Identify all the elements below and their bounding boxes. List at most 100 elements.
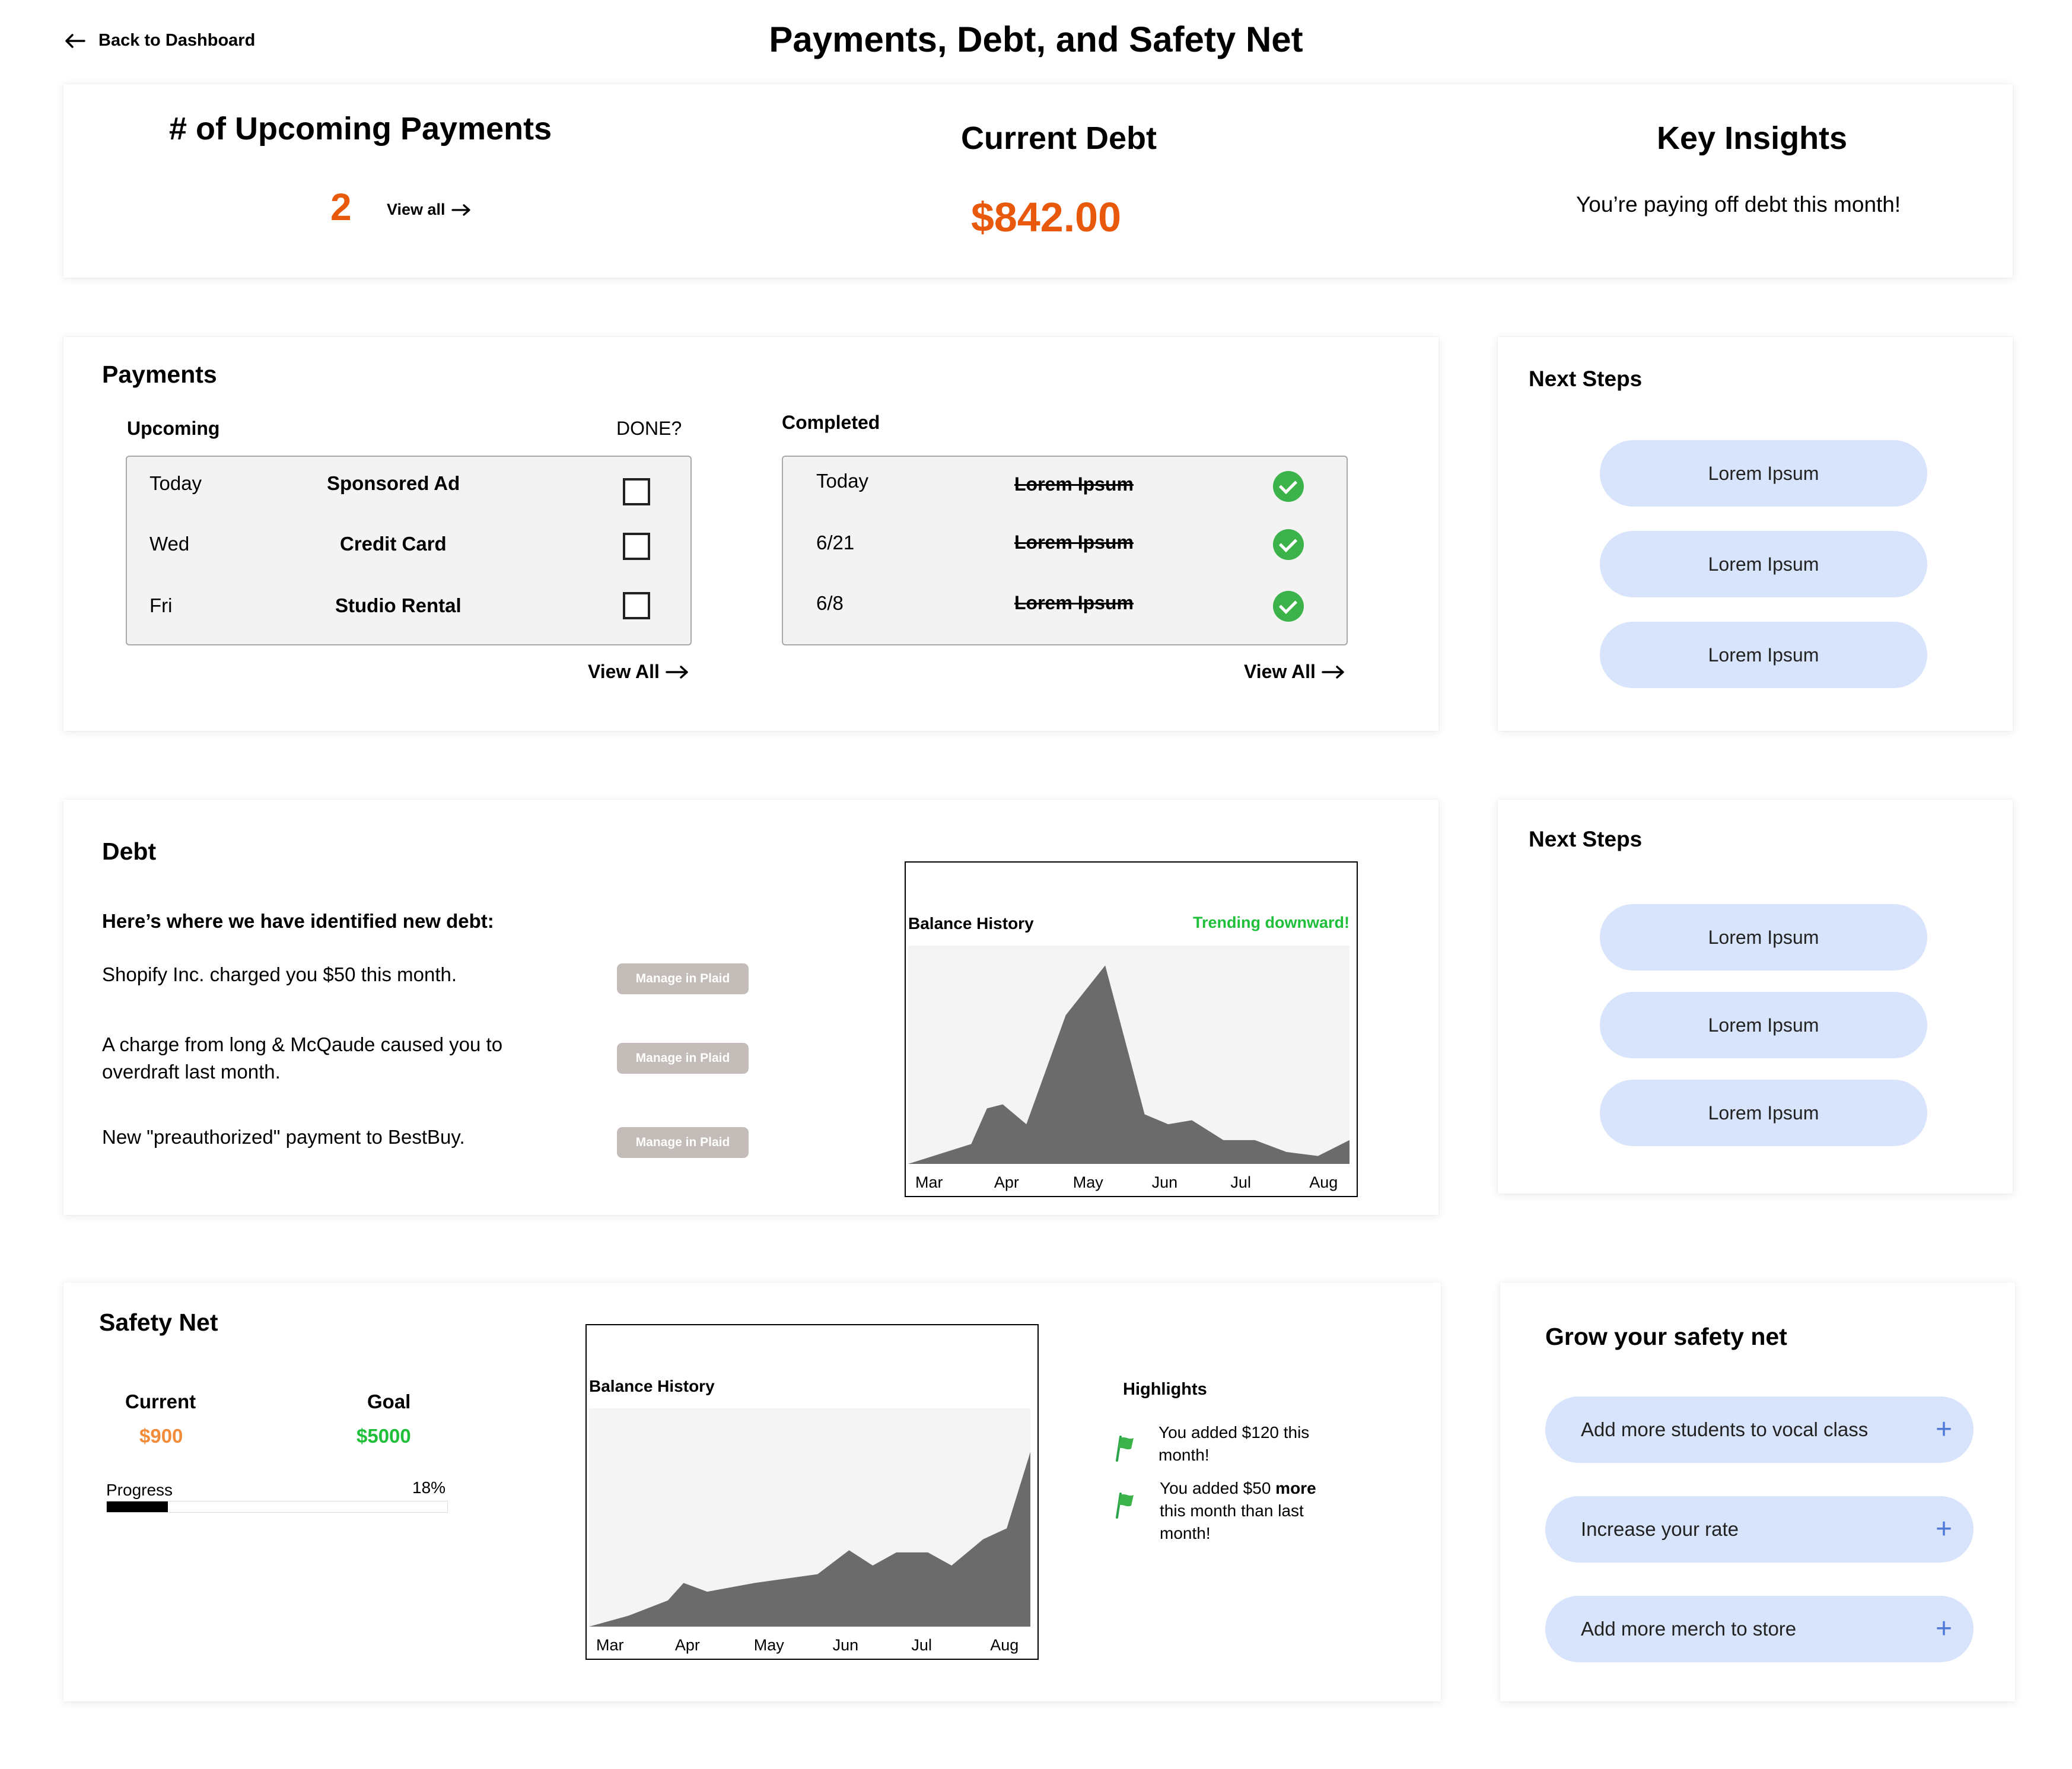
current-debt-title: Current Debt [961, 120, 1157, 156]
highlight-2-post: this month than last month! [1160, 1501, 1304, 1542]
x-tick-label: May [1073, 1173, 1104, 1191]
flag-icon [1116, 1436, 1134, 1462]
done-checkbox[interactable] [623, 592, 650, 619]
manage-in-plaid-button[interactable]: Manage in Plaid [617, 1043, 749, 1074]
payment-date: Fri [149, 594, 173, 616]
highlight-1: You added $120 this month! [1158, 1423, 1310, 1464]
current-value: $900 [139, 1425, 183, 1447]
key-insights-text: You’re paying off debt this month! [1576, 192, 1901, 217]
safety-balance-svg: Balance History Mar Apr May Jun Jul Aug [589, 1377, 1030, 1654]
plus-icon: + [1935, 1513, 1952, 1545]
next-step-button[interactable]: Lorem Ipsum [1600, 992, 1927, 1058]
next-step-button[interactable]: Lorem Ipsum [1600, 440, 1927, 507]
grow-action-label: Increase your rate [1581, 1518, 1739, 1540]
safety-net-card: Safety Net Current $900 Goal $5000 Progr… [63, 1283, 1441, 1701]
grow-title: Grow your safety net [1545, 1323, 1787, 1350]
debt-title: Debt [102, 838, 157, 865]
plus-icon: + [1935, 1613, 1952, 1644]
debt-item: A charge from long & McQaude caused you … [102, 1033, 503, 1083]
payment-date: 6/21 [816, 532, 855, 553]
current-debt-amount: $842.00 [971, 194, 1122, 240]
x-tick-label: Apr [675, 1636, 700, 1654]
plus-icon: + [1935, 1414, 1952, 1445]
debt-item: New "preauthorized" payment to BestBuy. [102, 1126, 465, 1148]
chart-title: Balance History [908, 914, 1034, 933]
grow-action-button[interactable]: Add more students to vocal class + [1545, 1396, 1974, 1463]
payment-name: Sponsored Ad [327, 472, 460, 494]
grow-action-button[interactable]: Increase your rate + [1545, 1496, 1974, 1563]
check-circle-icon [1273, 591, 1304, 622]
payment-date: Wed [149, 533, 190, 555]
view-all-upcoming-link[interactable]: View all [387, 201, 472, 219]
x-tick-label: Apr [994, 1173, 1019, 1191]
upcoming-payments-list: Today Sponsored Ad Wed Credit Card Fri S… [126, 456, 692, 645]
x-tick-label: Aug [1309, 1173, 1338, 1191]
x-tick-label: Aug [990, 1636, 1019, 1654]
next-step-button[interactable]: Lorem Ipsum [1600, 1080, 1927, 1146]
grow-action-button[interactable]: Add more merch to store + [1545, 1596, 1974, 1662]
grow-action-label: Add more students to vocal class [1581, 1418, 1869, 1440]
upcoming-payments-title: # of Upcoming Payments [169, 111, 552, 147]
payments-title: Payments [102, 361, 217, 388]
completed-view-all-link[interactable]: View All [1244, 661, 1345, 683]
safety-net-title: Safety Net [99, 1309, 218, 1336]
key-insights-title: Key Insights [1657, 120, 1848, 156]
page-title: Payments, Debt, and Safety Net [769, 20, 1303, 59]
arrow-right-icon [1322, 665, 1344, 679]
grow-safety-net-card: Grow your safety net Add more students t… [1500, 1283, 2015, 1701]
debt-balance-chart: Balance History Trending downward! Mar Apr M… [905, 861, 1358, 1197]
payment-name: Credit Card [340, 533, 447, 555]
view-all-label: View All [588, 661, 660, 682]
highlights-title: Highlights [1123, 1380, 1207, 1399]
payment-date: Today [816, 470, 869, 492]
arrow-right-icon [666, 665, 688, 679]
upcoming-view-all-link[interactable]: View All [588, 661, 689, 683]
next-step-button[interactable]: Lorem Ipsum [1600, 904, 1927, 971]
highlight-2-bold: more [1275, 1479, 1316, 1497]
debt-balance-svg: Balance History Trending downward! Mar Apr M… [908, 914, 1349, 1191]
progress-percent: 18% [412, 1478, 446, 1497]
done-label: DONE? [616, 418, 682, 439]
x-tick-label: Jun [833, 1636, 859, 1654]
payment-date: Today [149, 472, 202, 494]
done-checkbox[interactable] [623, 478, 650, 505]
view-all-label: View All [1244, 661, 1316, 682]
x-tick-label: Mar [915, 1173, 943, 1191]
highlight-2: You added $50 more this month than last … [1160, 1477, 1332, 1545]
grow-action-label: Add more merch to store [1581, 1618, 1797, 1640]
payment-date: 6/8 [816, 592, 844, 614]
manage-in-plaid-button[interactable]: Manage in Plaid [617, 963, 749, 994]
payment-name: Studio Rental [335, 594, 461, 616]
x-tick-label: Jun [1152, 1173, 1178, 1191]
upcoming-payments-count: 2 [330, 186, 352, 228]
next-step-button[interactable]: Lorem Ipsum [1600, 622, 1927, 688]
completed-payments-list: Today Lorem Ipsum 6/21 Lorem Ipsum 6/8 L… [782, 456, 1348, 645]
flag-icon [1116, 1493, 1134, 1519]
next-steps-card-1: Next Steps Lorem Ipsum Lorem Ipsum Lorem… [1498, 337, 2013, 731]
chart-title: Balance History [589, 1377, 715, 1395]
x-tick-label: Jul [1230, 1173, 1251, 1191]
next-steps-card-2: Next Steps Lorem Ipsum Lorem Ipsum Lorem… [1498, 800, 2013, 1194]
payment-name: Lorem Ipsum [1014, 592, 1134, 613]
done-checkbox[interactable] [623, 533, 650, 560]
summary-card: # of Upcoming Payments 2 View all Curren… [63, 84, 2013, 278]
goal-label: Goal [367, 1391, 411, 1412]
check-circle-icon [1273, 471, 1304, 502]
progress-fill [107, 1501, 168, 1512]
highlight-2-pre: You added $50 [1160, 1479, 1276, 1497]
x-tick-label: Jul [911, 1636, 932, 1654]
chart-annotation: Trending downward! [1193, 914, 1349, 931]
payments-card: Payments Upcoming DONE? Completed Today … [63, 337, 1438, 731]
current-label: Current [125, 1391, 196, 1412]
next-steps-title: Next Steps [1529, 827, 1643, 851]
next-step-button[interactable]: Lorem Ipsum [1600, 531, 1927, 597]
manage-in-plaid-button[interactable]: Manage in Plaid [617, 1127, 749, 1158]
progress-label: Progress [106, 1481, 173, 1499]
safety-balance-chart: Balance History Mar Apr May Jun Jul Aug [585, 1324, 1039, 1660]
arrow-right-icon [451, 203, 470, 216]
upcoming-label: Upcoming [127, 418, 220, 439]
goal-value: $5000 [357, 1425, 411, 1447]
check-circle-icon [1273, 529, 1304, 560]
progress-bar [106, 1501, 448, 1513]
debt-card: Debt Here’s where we have identified new… [63, 800, 1438, 1215]
